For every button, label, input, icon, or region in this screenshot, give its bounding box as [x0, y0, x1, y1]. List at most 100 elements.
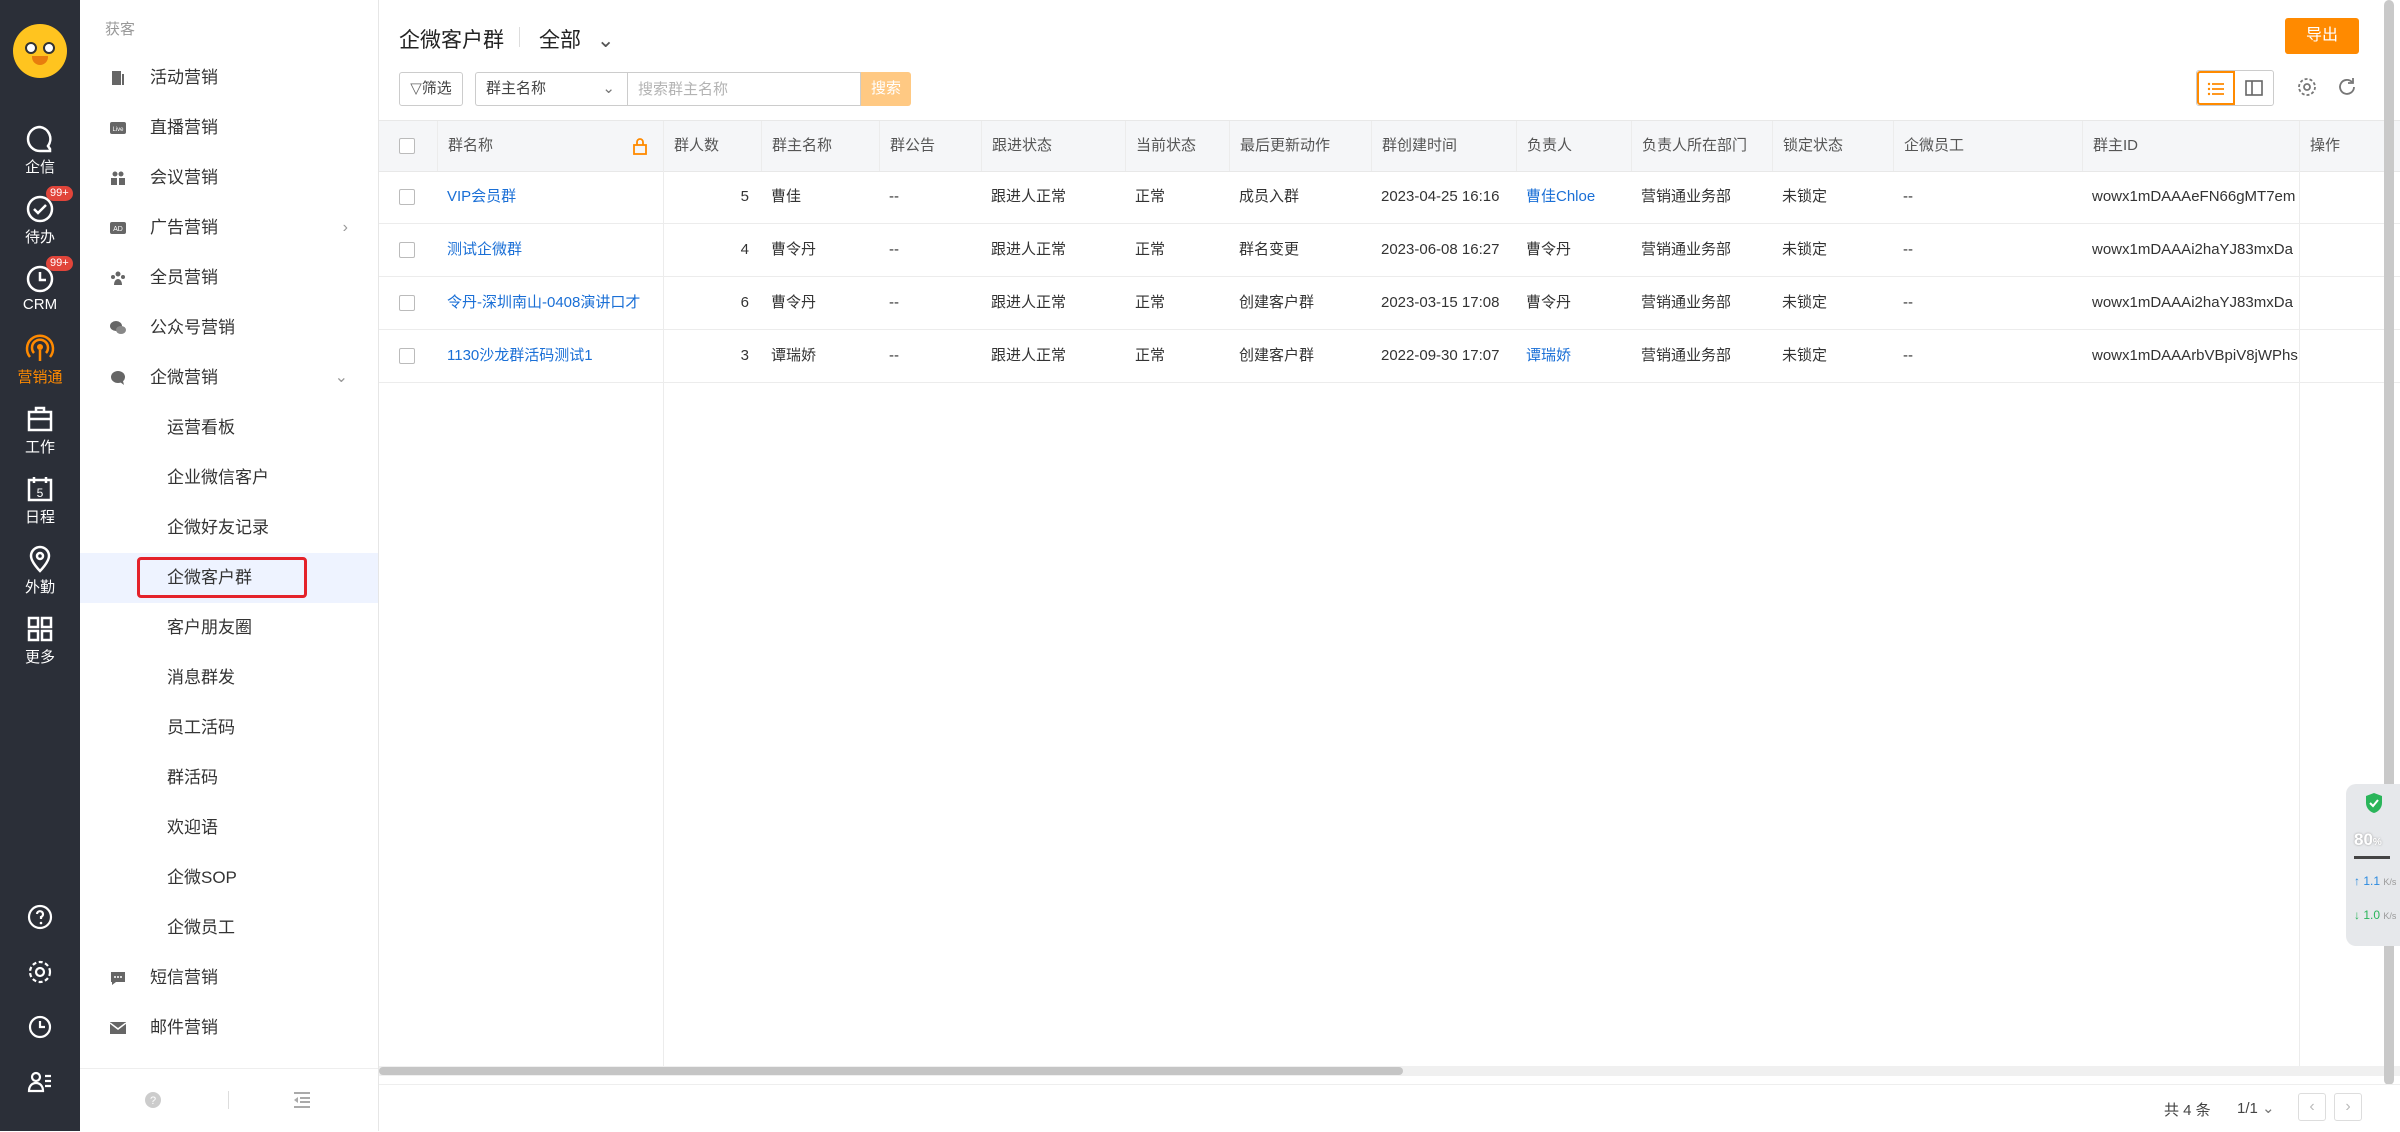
sidebar-subitem-sop[interactable]: 企微SOP	[80, 853, 378, 903]
cpu-percent: 80%	[2354, 830, 2382, 849]
owner-id: wowx1mDAAAi2haYJ83mxDa	[2092, 294, 2293, 311]
column-header[interactable]: 跟进状态	[981, 121, 1125, 171]
column-header[interactable]: 企微员工	[1893, 121, 2082, 171]
people-icon	[111, 271, 125, 285]
table-row[interactable]: 令丹-深圳南山-0408演讲口才 6 曹令丹 -- 跟进人正常 正常 创建客户群…	[379, 277, 2400, 330]
sidebar-subitem-mass-message[interactable]: 消息群发	[80, 653, 378, 703]
column-header[interactable]: 群人数	[663, 121, 761, 171]
column-header[interactable]: 负责人所在部门	[1631, 121, 1772, 171]
group-notice: --	[889, 241, 899, 258]
next-page-button[interactable]: ›	[2334, 1093, 2362, 1121]
rail-item-more[interactable]: 更多	[0, 606, 80, 672]
sidebar-item-activity[interactable]: 活动营销	[80, 53, 378, 103]
rail-item-todo[interactable]: 待办 99+	[0, 186, 80, 252]
list-view-button[interactable]	[2197, 71, 2235, 105]
prev-page-button[interactable]: ‹	[2298, 1093, 2326, 1121]
manager-link[interactable]: 谭瑞娇	[1516, 330, 1631, 382]
table-row[interactable]: 测试企微群 4 曹令丹 -- 跟进人正常 正常 群名变更 2023-06-08 …	[379, 224, 2400, 277]
search-field-select[interactable]: 群主名称 ⌄	[475, 72, 627, 106]
sidebar-item-ads[interactable]: AD 广告营销 ›	[80, 203, 378, 253]
sidebar-item-email[interactable]: 邮件营销	[80, 1003, 378, 1053]
sidebar-subitem-group-qrcode[interactable]: 群活码	[80, 753, 378, 803]
owner-name: 曹令丹	[771, 241, 817, 258]
column-header[interactable]: 当前状态	[1125, 121, 1229, 171]
created-time: 2023-03-15 17:08	[1381, 294, 1500, 311]
history-button[interactable]	[0, 1002, 80, 1052]
column-header[interactable]: 群公告	[879, 121, 981, 171]
owner-id: wowx1mDAAArbVBpiV8jWPhs	[2092, 347, 2298, 364]
sidebar-subitem-customer-groups[interactable]: 企微客户群	[80, 553, 378, 603]
app-rail: 企信 待办 99+ CRM 99+ 营销通 工作 5 日程 外勤 更多	[0, 0, 80, 1131]
rail-item-label: 外勤	[24, 579, 55, 596]
group-name-link[interactable]: 令丹-深圳南山-0408演讲口才	[437, 277, 663, 329]
rail-item-field[interactable]: 外勤	[0, 536, 80, 602]
group-name-link[interactable]: 测试企微群	[437, 224, 663, 276]
rail-item-work[interactable]: 工作	[0, 396, 80, 462]
settings-icon[interactable]	[2296, 76, 2318, 98]
table-row[interactable]: VIP会员群 5 曹佳 -- 跟进人正常 正常 成员入群 2023-04-25 …	[379, 171, 2400, 224]
column-header[interactable]: 群主ID	[2082, 121, 2299, 171]
row-checkbox[interactable]	[399, 189, 415, 205]
sidebar-item-label: 企微营销	[150, 368, 218, 387]
sidebar-item-label: 邮件营销	[150, 1018, 218, 1037]
sidebar-item-all-staff[interactable]: 全员营销	[80, 253, 378, 303]
sidebar-item-meeting[interactable]: 会议营销	[80, 153, 378, 203]
sidebar-item-sms[interactable]: 短信营销	[80, 953, 378, 1003]
sidebar: 获客 活动营销 Live 直播营销 会议营销 AD 广告营销 › 全员营销 公众…	[80, 0, 379, 1131]
export-button[interactable]: 导出	[2285, 18, 2359, 54]
select-all-checkbox[interactable]	[399, 138, 415, 154]
sidebar-item-label: 广告营销	[150, 218, 218, 237]
collapse-sidebar-icon[interactable]	[292, 1091, 312, 1109]
rail-item-label: 企信	[24, 159, 55, 176]
sidebar-subitem-dashboard[interactable]: 运营看板	[80, 403, 378, 453]
filter-button[interactable]: ▽筛选	[399, 72, 463, 106]
app-logo[interactable]	[13, 24, 67, 78]
network-monitor-widget[interactable]: 80% ↑ 1.1 K/s ↓ 1.0 K/s	[2346, 784, 2400, 946]
sidebar-item-wecom[interactable]: 企微营销 ⌄	[80, 353, 378, 403]
rail-item-marketing[interactable]: 营销通	[0, 326, 80, 392]
lock-status: 未锁定	[1782, 347, 1828, 364]
page-selector[interactable]: 1/1 ⌄	[2237, 1099, 2275, 1117]
profile-button[interactable]	[0, 1057, 80, 1107]
row-checkbox[interactable]	[399, 348, 415, 364]
sidebar-subitem-welcome[interactable]: 欢迎语	[80, 803, 378, 853]
manager-name: 曹令丹	[1526, 241, 1572, 258]
scope-dropdown[interactable]: 全部 ⌄	[539, 24, 614, 54]
search-input[interactable]	[627, 72, 861, 106]
column-header[interactable]: 负责人	[1516, 121, 1631, 171]
group-name-link[interactable]: VIP会员群	[437, 171, 663, 223]
help-icon[interactable]: ?	[144, 1091, 162, 1109]
split-view-button[interactable]	[2235, 71, 2273, 105]
row-checkbox[interactable]	[399, 242, 415, 258]
sidebar-subitem-staff-qrcode[interactable]: 员工活码	[80, 703, 378, 753]
department: 营销通业务部	[1641, 347, 1732, 364]
scope-label: 全部	[539, 29, 581, 52]
column-header[interactable]: 锁定状态	[1772, 121, 1893, 171]
rail-item-crm[interactable]: CRM 99+	[0, 256, 80, 322]
group-name-link[interactable]: 1130沙龙群活码测试1	[437, 330, 663, 382]
horizontal-scrollbar[interactable]	[379, 1066, 2400, 1076]
row-checkbox[interactable]	[399, 295, 415, 311]
sidebar-item-official-account[interactable]: 公众号营销	[80, 303, 378, 353]
sidebar-subitem-staff[interactable]: 企微员工	[80, 903, 378, 953]
column-header[interactable]: 最后更新动作	[1229, 121, 1371, 171]
search-button[interactable]: 搜索	[861, 72, 911, 106]
sidebar-subitem-moments[interactable]: 客户朋友圈	[80, 603, 378, 653]
sidebar-subitem-friend-records[interactable]: 企微好友记录	[80, 503, 378, 553]
column-header[interactable]: 群主名称	[761, 121, 879, 171]
help-button[interactable]	[0, 892, 80, 942]
sidebar-item-live[interactable]: Live 直播营销	[80, 103, 378, 153]
manager-link[interactable]: 曹佳Chloe	[1516, 171, 1631, 223]
scrollbar-thumb[interactable]	[379, 1067, 1403, 1075]
table-row[interactable]: 1130沙龙群活码测试1 3 谭瑞娇 -- 跟进人正常 正常 创建客户群 202…	[379, 330, 2400, 383]
sidebar-subitem-wecom-customers[interactable]: 企业微信客户	[80, 453, 378, 503]
refresh-icon[interactable]	[2336, 76, 2358, 98]
owner-name: 谭瑞娇	[771, 347, 817, 364]
settings-button[interactable]	[0, 947, 80, 997]
column-header[interactable]: 群创建时间	[1371, 121, 1516, 171]
rail-item-calendar[interactable]: 5 日程	[0, 466, 80, 532]
grid-icon	[27, 616, 53, 642]
rail-item-qixin[interactable]: 企信	[0, 116, 80, 182]
split-view-icon	[2245, 80, 2263, 96]
column-header[interactable]: 群名称	[437, 121, 642, 171]
